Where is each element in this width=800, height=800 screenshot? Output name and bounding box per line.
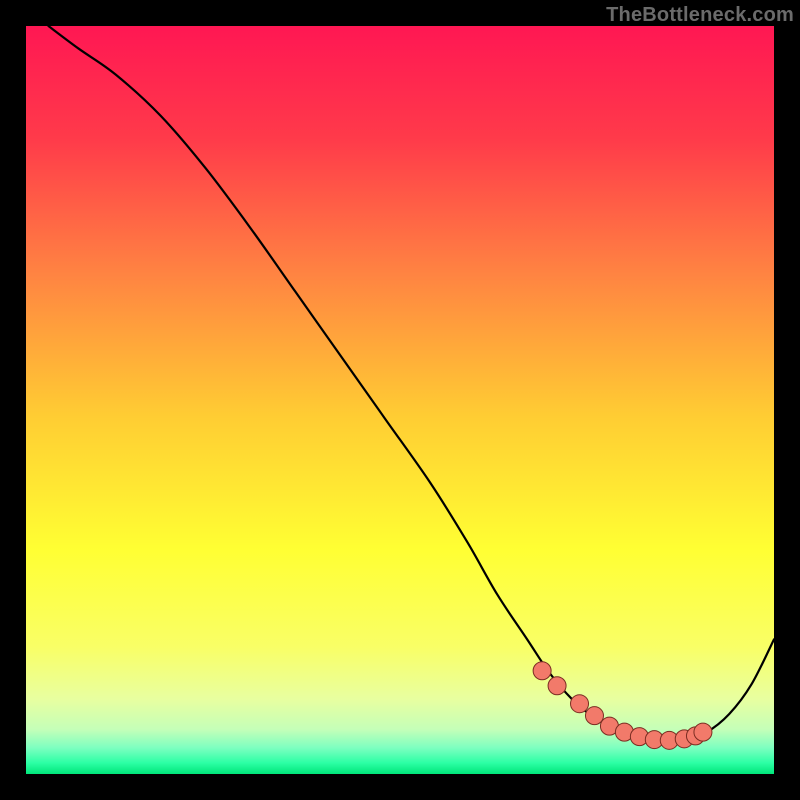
watermark-text: TheBottleneck.com (606, 4, 794, 27)
plot-area (26, 26, 774, 774)
chart-frame (26, 26, 774, 774)
background-gradient (26, 26, 774, 774)
